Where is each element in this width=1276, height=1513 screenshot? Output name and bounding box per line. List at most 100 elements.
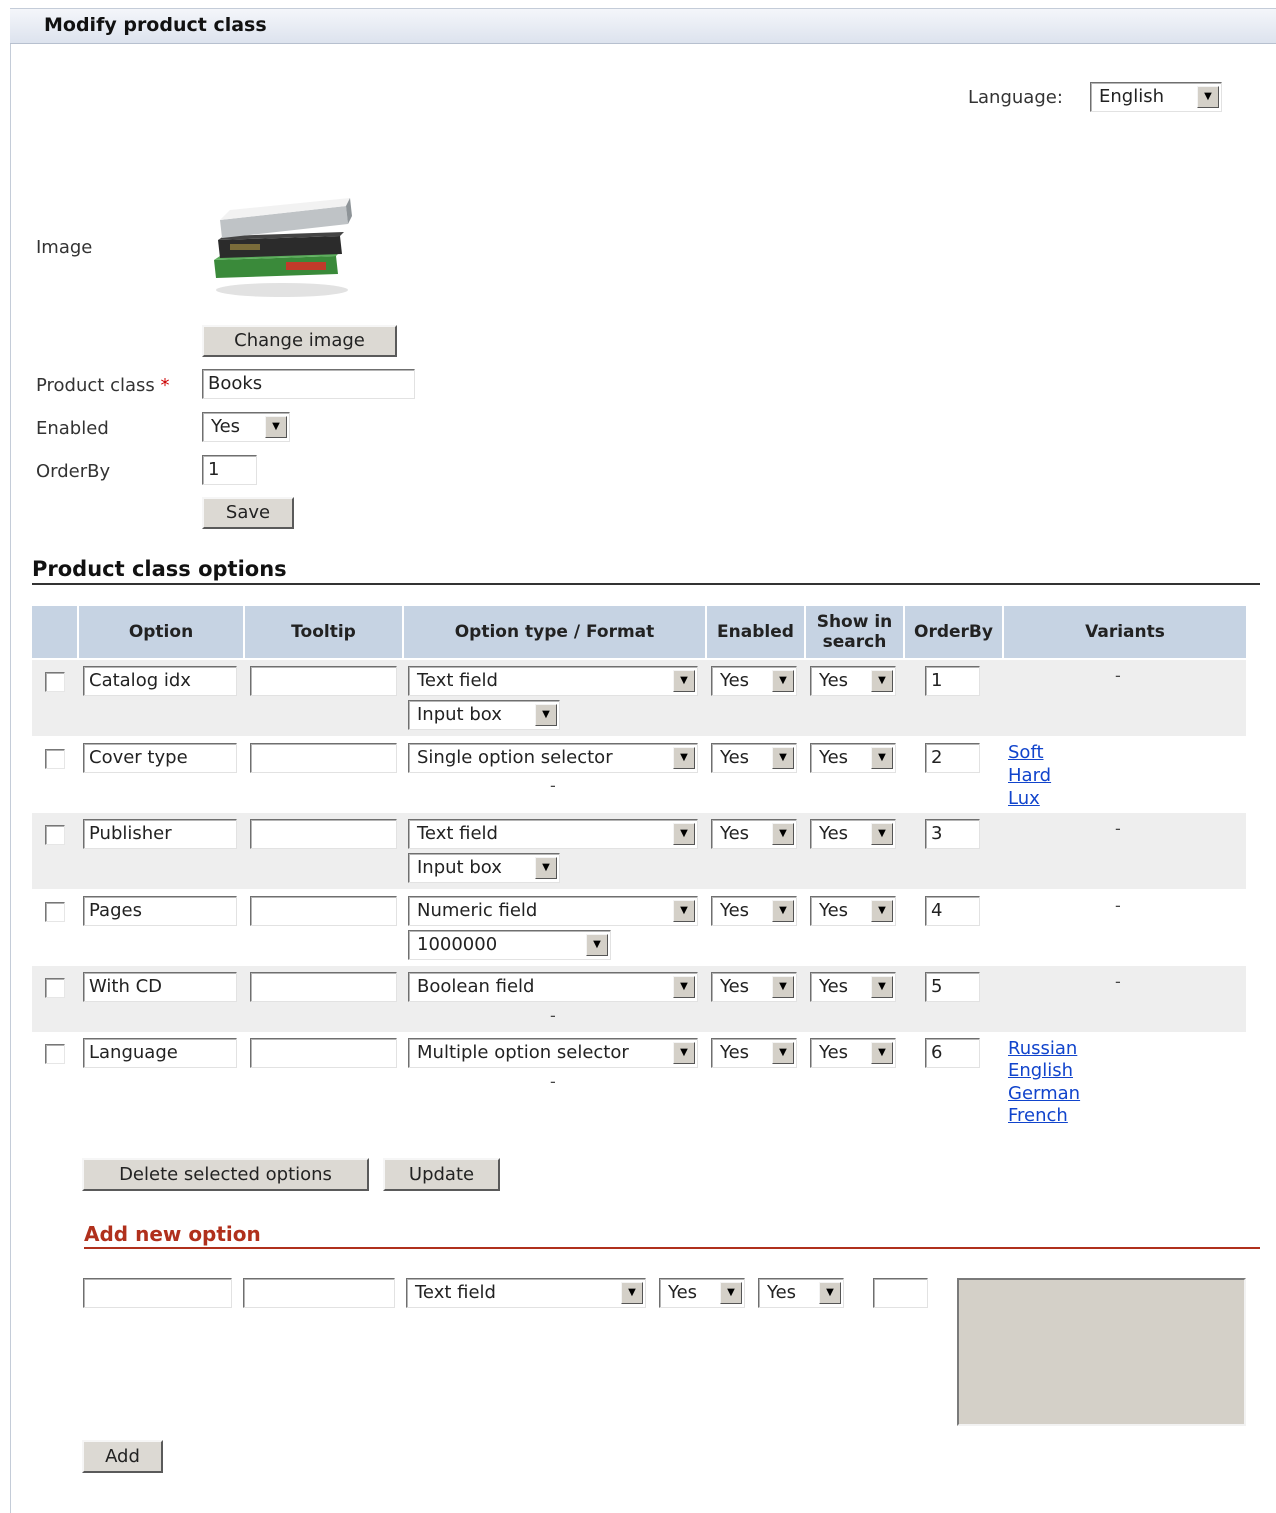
option-search-value: Yes — [819, 670, 849, 691]
option-order-input[interactable]: 5 — [925, 972, 980, 1002]
option-type-select[interactable]: Text field ▼ — [408, 819, 698, 849]
chevron-down-icon: ▼ — [772, 900, 794, 922]
option-enabled-select[interactable]: Yes ▼ — [711, 819, 797, 849]
option-name-input[interactable]: Pages — [83, 896, 237, 926]
option-tooltip-input[interactable] — [250, 819, 397, 849]
variants-empty: - — [1115, 896, 1121, 915]
option-search-value: Yes — [819, 1042, 849, 1063]
new-option-search-select[interactable]: Yes ▼ — [758, 1278, 844, 1308]
option-enabled-value: Yes — [720, 670, 750, 691]
option-order-input[interactable]: 4 — [925, 896, 980, 926]
chevron-down-icon: ▼ — [772, 670, 794, 692]
chevron-down-icon: ▼ — [720, 1282, 742, 1304]
chevron-down-icon: ▼ — [871, 900, 893, 922]
option-tooltip-input[interactable] — [250, 666, 397, 696]
option-tooltip-input[interactable] — [250, 1038, 397, 1068]
new-option-tooltip-input[interactable] — [243, 1278, 395, 1308]
option-format-select[interactable]: Input box ▼ — [408, 700, 560, 730]
row-checkbox[interactable] — [45, 672, 65, 692]
option-type-select[interactable]: Multiple option selector ▼ — [408, 1038, 698, 1068]
enabled-select[interactable]: Yes ▼ — [202, 412, 290, 442]
chevron-down-icon: ▼ — [673, 670, 695, 692]
product-class-label: Product class * — [36, 375, 169, 396]
option-tooltip-input[interactable] — [250, 743, 397, 773]
row-checkbox[interactable] — [45, 978, 65, 998]
chevron-down-icon: ▼ — [819, 1282, 841, 1304]
chevron-down-icon: ▼ — [265, 416, 287, 438]
header-show-in-search: Show in search — [806, 606, 903, 658]
option-name-input[interactable]: Catalog idx — [83, 666, 237, 696]
product-class-input[interactable]: Books — [202, 369, 415, 399]
new-option-order-input[interactable] — [873, 1278, 928, 1308]
option-enabled-select[interactable]: Yes ▼ — [711, 896, 797, 926]
option-enabled-value: Yes — [720, 900, 750, 921]
format-empty: - — [550, 1006, 556, 1025]
option-search-select[interactable]: Yes ▼ — [810, 666, 896, 696]
option-search-select[interactable]: Yes ▼ — [810, 896, 896, 926]
format-empty: - — [550, 776, 556, 795]
update-button[interactable]: Update — [383, 1158, 500, 1191]
option-type-select[interactable]: Boolean field ▼ — [408, 972, 698, 1002]
header-orderby: OrderBy — [905, 606, 1002, 658]
option-format-value: 1000000 — [417, 934, 498, 955]
option-enabled-select[interactable]: Yes ▼ — [711, 1038, 797, 1068]
option-order-input[interactable]: 6 — [925, 1038, 980, 1068]
new-option-type-select[interactable]: Text field ▼ — [406, 1278, 646, 1308]
option-enabled-select[interactable]: Yes ▼ — [711, 666, 797, 696]
row-checkbox[interactable] — [45, 902, 65, 922]
option-tooltip-input[interactable] — [250, 896, 397, 926]
option-name-input[interactable]: Publisher — [83, 819, 237, 849]
option-type-value: Multiple option selector — [417, 1042, 629, 1063]
option-search-value: Yes — [819, 900, 849, 921]
option-search-value: Yes — [819, 747, 849, 768]
chevron-down-icon: ▼ — [871, 976, 893, 998]
variant-link[interactable]: English — [1008, 1060, 1073, 1081]
orderby-input[interactable]: 1 — [202, 455, 257, 485]
option-search-select[interactable]: Yes ▼ — [810, 819, 896, 849]
option-name-input[interactable]: Cover type — [83, 743, 237, 773]
variant-link[interactable]: German — [1008, 1083, 1080, 1104]
delete-selected-button[interactable]: Delete selected options — [82, 1158, 369, 1191]
language-select-value: English — [1099, 86, 1164, 107]
option-format-select[interactable]: 1000000 ▼ — [408, 930, 611, 960]
chevron-down-icon: ▼ — [1197, 86, 1219, 108]
option-search-select[interactable]: Yes ▼ — [810, 743, 896, 773]
option-enabled-select[interactable]: Yes ▼ — [711, 743, 797, 773]
option-format-select[interactable]: Input box ▼ — [408, 853, 560, 883]
option-name-input[interactable]: With CD — [83, 972, 237, 1002]
variant-link[interactable]: Hard — [1008, 765, 1051, 786]
new-option-enabled-select[interactable]: Yes ▼ — [659, 1278, 745, 1308]
language-select[interactable]: English ▼ — [1090, 82, 1222, 112]
variant-link[interactable]: Russian — [1008, 1038, 1077, 1059]
option-type-select[interactable]: Numeric field ▼ — [408, 896, 698, 926]
variant-link[interactable]: Soft — [1008, 742, 1044, 763]
chevron-down-icon: ▼ — [772, 823, 794, 845]
variant-link[interactable]: French — [1008, 1105, 1068, 1126]
new-option-variants-textarea[interactable] — [957, 1278, 1246, 1426]
new-option-name-input[interactable] — [83, 1278, 232, 1308]
option-format-value: Input box — [417, 857, 502, 878]
row-checkbox[interactable] — [45, 825, 65, 845]
header-select — [32, 606, 77, 658]
variant-link[interactable]: Lux — [1008, 788, 1040, 809]
chevron-down-icon: ▼ — [535, 857, 557, 879]
option-search-select[interactable]: Yes ▼ — [810, 1038, 896, 1068]
add-button[interactable]: Add — [82, 1440, 163, 1473]
save-button[interactable]: Save — [202, 497, 294, 529]
option-order-input[interactable]: 3 — [925, 819, 980, 849]
header-enabled: Enabled — [707, 606, 804, 658]
option-enabled-value: Yes — [720, 976, 750, 997]
row-checkbox[interactable] — [45, 1044, 65, 1064]
option-tooltip-input[interactable] — [250, 972, 397, 1002]
option-enabled-select[interactable]: Yes ▼ — [711, 972, 797, 1002]
option-type-select[interactable]: Single option selector ▼ — [408, 743, 698, 773]
option-type-select[interactable]: Text field ▼ — [408, 666, 698, 696]
change-image-button[interactable]: Change image — [202, 325, 397, 357]
option-name-input[interactable]: Language — [83, 1038, 237, 1068]
row-checkbox[interactable] — [45, 749, 65, 769]
option-order-input[interactable]: 2 — [925, 743, 980, 773]
option-enabled-value: Yes — [720, 1042, 750, 1063]
option-order-input[interactable]: 1 — [925, 666, 980, 696]
option-search-select[interactable]: Yes ▼ — [810, 972, 896, 1002]
option-type-value: Single option selector — [417, 747, 613, 768]
